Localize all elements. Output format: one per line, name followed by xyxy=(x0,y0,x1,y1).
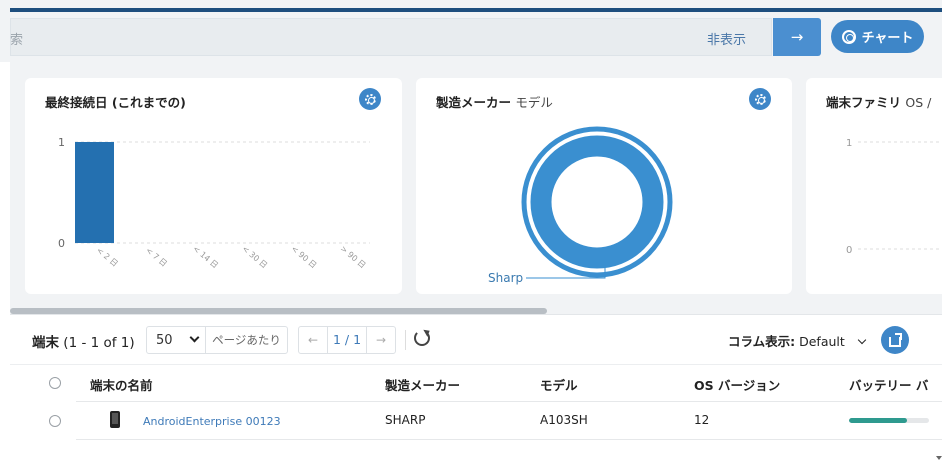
chart-card-device-family: 端末ファミリ OS / 01 xyxy=(806,78,942,294)
column-header-model[interactable]: モデル xyxy=(540,375,578,394)
battery-bar xyxy=(849,418,929,423)
column-header-name[interactable]: 端末の名前 xyxy=(90,375,153,394)
prev-page-button[interactable]: ← xyxy=(299,333,327,347)
devices-count-label: 端末 (1 - 1 of 1) xyxy=(32,331,135,351)
scroll-down-icon[interactable] xyxy=(936,456,942,460)
divider xyxy=(405,330,406,350)
header-accent-line xyxy=(10,8,942,12)
device-family-chart: 01 xyxy=(846,138,942,256)
x-tick-label: > 90 日 xyxy=(339,244,368,270)
chevron-down-icon xyxy=(857,335,867,345)
manufacturer-donut-chart: Sharp xyxy=(488,126,673,285)
chart-button-label: チャート xyxy=(861,31,914,46)
per-page-value: 50 xyxy=(156,332,173,348)
x-tick-label: < 14 日 xyxy=(191,244,220,270)
per-page-select[interactable]: 50 xyxy=(146,326,206,354)
devices-count: (1 - 1 of 1) xyxy=(63,335,135,351)
device-name-link[interactable]: AndroidEnterprise 00123 xyxy=(143,415,281,428)
next-page-button[interactable]: → xyxy=(367,333,395,347)
x-tick-label: < 2 日 xyxy=(95,246,120,269)
chart-card-last-connected: 最終接続日 (これまでの) 0 1 < 2 日 < 7 日 < 14 日 < 30 日 < … xyxy=(25,78,402,294)
cell-manufacturer: SHARP xyxy=(385,413,426,427)
export-button[interactable] xyxy=(881,326,909,354)
slice-label: Sharp xyxy=(488,271,523,285)
search-input[interactable] xyxy=(10,18,772,56)
chart-cards-area: 最終接続日 (これまでの) 0 1 < 2 日 < 7 日 < 14 日 < 30 日 < … xyxy=(10,62,942,314)
select-all-radio[interactable] xyxy=(49,377,61,389)
y-tick-label: 1 xyxy=(846,138,852,149)
per-page-label: ページあたり xyxy=(205,326,288,354)
arrow-right-icon: → xyxy=(790,28,804,46)
row-select-radio[interactable] xyxy=(49,415,61,427)
hide-toggle-link[interactable]: 非表示 xyxy=(707,29,746,48)
donut-slice xyxy=(530,135,664,269)
phone-icon xyxy=(110,411,120,428)
y-tick-label: 1 xyxy=(58,136,65,149)
y-tick-label: 0 xyxy=(846,245,852,256)
refresh-icon[interactable] xyxy=(414,330,430,346)
x-tick-label: < 90 日 xyxy=(289,244,318,270)
chart-toggle-button[interactable]: チャート xyxy=(831,20,924,53)
battery-bar-fill xyxy=(849,418,907,423)
column-display-label: コラム表示: xyxy=(728,334,796,349)
column-header-os-version[interactable]: OS バージョン xyxy=(694,375,780,394)
bar xyxy=(75,142,114,243)
column-header-battery[interactable]: バッテリー バ xyxy=(849,375,928,394)
column-display-value: Default xyxy=(799,334,845,349)
chart-icon xyxy=(841,29,856,44)
column-header-manufacturer[interactable]: 製造メーカー xyxy=(385,375,460,394)
row-divider xyxy=(76,401,942,402)
x-tick-label: < 7 日 xyxy=(144,246,169,269)
search-go-button[interactable]: → xyxy=(773,18,821,56)
pagination: ← 1 / 1 → xyxy=(298,326,396,354)
cell-model: A103SH xyxy=(540,413,588,427)
chart-card-manufacturer: 製造メーカー モデル Sharp xyxy=(416,78,792,294)
devices-label: 端末 xyxy=(32,335,59,351)
column-display-select[interactable]: コラム表示: Default xyxy=(728,331,867,350)
last-connected-bar-chart: 0 1 < 2 日 < 7 日 < 14 日 < 30 日 < 90 日 > 90 日 xyxy=(58,136,370,270)
search-input-text: 索 xyxy=(10,33,24,48)
row-divider xyxy=(76,439,942,440)
chevron-down-icon xyxy=(189,332,200,343)
y-tick-label: 0 xyxy=(58,237,65,250)
page-indicator[interactable]: 1 / 1 xyxy=(327,327,367,353)
x-tick-label: < 30 日 xyxy=(240,244,269,270)
cell-os-version: 12 xyxy=(694,413,710,427)
